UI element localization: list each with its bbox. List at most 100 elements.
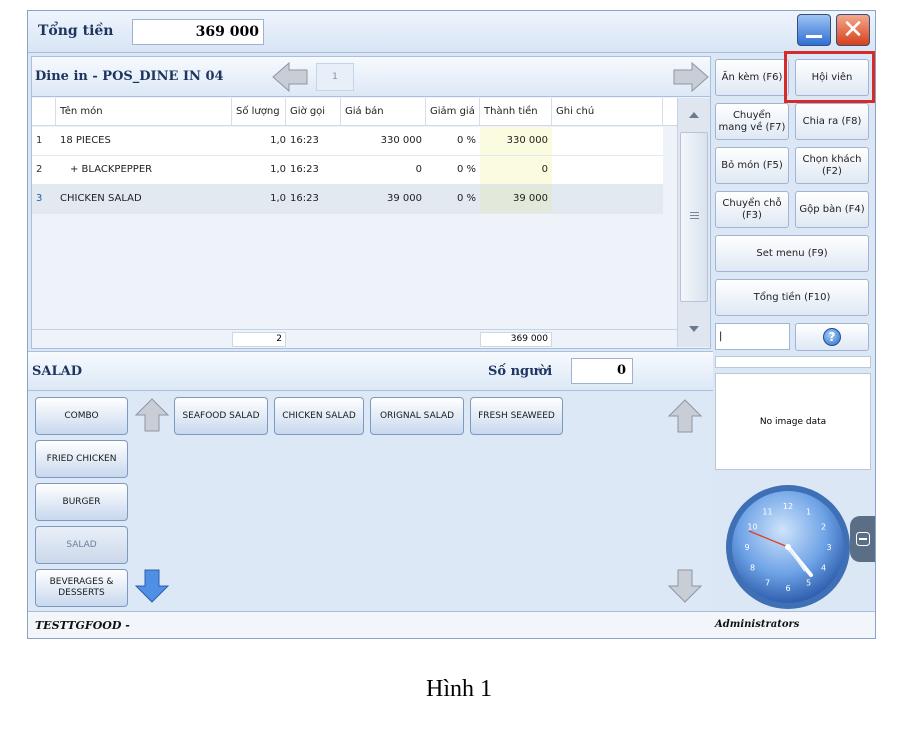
no-image-text: No image data (759, 416, 827, 427)
clock-numeral: 2 (821, 523, 826, 532)
column-header-qty: Số lượng (232, 98, 286, 126)
column-header-name: Tên món (56, 98, 232, 126)
item-seafood-salad[interactable]: SEAFOOD SALAD (174, 397, 268, 435)
item-fresh-seaweed[interactable]: FRESH SEAWEED (470, 397, 563, 435)
item-price: 0 (415, 164, 422, 175)
category-title: SALAD (32, 364, 82, 379)
item-discount: 0 % (456, 164, 476, 175)
order-row[interactable]: 2 + BLACKPEPPER 1,0 16:23 0 0 % 0 (32, 156, 663, 185)
table-title: Dine in - POS_DINE IN 04 (35, 69, 224, 84)
search-input[interactable]: | (715, 323, 790, 350)
category-header: SALAD Số người 0 (28, 351, 713, 391)
prev-page-arrow-icon[interactable] (271, 61, 309, 93)
side-drawer-tab[interactable] (850, 516, 875, 562)
item-amount: 330 000 (480, 127, 552, 155)
clock-numeral: 9 (744, 543, 749, 552)
category-combo[interactable]: COMBO (35, 397, 128, 435)
scroll-thumb[interactable] (680, 132, 708, 302)
figure-caption: Hình 1 (426, 676, 492, 702)
column-header-time: Giờ gọi (286, 98, 341, 126)
split-bill-button[interactable]: Chia ra (F8) (795, 103, 869, 140)
item-note (552, 127, 663, 155)
category-salad[interactable]: SALAD (35, 526, 128, 564)
remove-item-button[interactable]: Bỏ món (F5) (715, 147, 789, 184)
order-row-selected[interactable]: 3 CHICKEN SALAD 1,0 16:23 39 000 0 % 39 … (32, 185, 663, 214)
total-button[interactable]: Tổng tiền (F10) (715, 279, 869, 316)
item-note (552, 185, 663, 213)
scroll-up-icon[interactable] (689, 112, 699, 118)
items-down-arrow-icon[interactable] (667, 568, 703, 604)
column-header-price: Giá bán (341, 98, 426, 126)
grid-scrollbar[interactable] (677, 98, 710, 347)
close-button[interactable]: ✕ (836, 14, 870, 46)
column-header-note: Ghi chú (552, 98, 663, 126)
help-icon: ? (823, 328, 841, 346)
minimize-button[interactable] (797, 14, 831, 46)
close-icon: ✕ (842, 15, 864, 45)
clock-numeral: 7 (765, 579, 770, 588)
row-index: 1 (36, 135, 43, 146)
set-menu-button[interactable]: Set menu (F9) (715, 235, 869, 272)
merge-table-button[interactable]: Gộp bàn (F4) (795, 191, 869, 228)
item-amount: 39 000 (480, 185, 552, 213)
select-customer-button[interactable]: Chọn khách (F2) (795, 147, 869, 184)
item-time: 16:23 (290, 164, 319, 175)
item-discount: 0 % (456, 193, 476, 204)
grip-icon (690, 212, 699, 219)
takeaway-button[interactable]: Chuyển mang về (F7) (715, 103, 789, 140)
clock-numeral: 3 (826, 543, 831, 552)
page-number: 1 (316, 63, 354, 91)
item-price: 330 000 (380, 135, 422, 146)
pos-window: Tổng tiền 369 000 ✕ Dine in - POS_DINE I… (27, 10, 876, 639)
category-beverages-desserts[interactable]: BEVERAGES & DESSERTS (35, 569, 128, 607)
item-original-salad[interactable]: ORIGNAL SALAD (370, 397, 464, 435)
order-row[interactable]: 1 18 PIECES 1,0 16:23 330 000 0 % 330 00… (32, 127, 663, 156)
clock-numeral: 5 (806, 579, 811, 588)
category-up-arrow-icon[interactable] (134, 397, 170, 433)
highlight-frame (784, 51, 875, 103)
item-name: + BLACKPEPPER (70, 164, 153, 175)
row-index: 2 (36, 164, 43, 175)
total-label: Tổng tiền (38, 23, 114, 39)
next-page-arrow-icon[interactable] (672, 61, 710, 93)
move-table-button[interactable]: Chuyển chỗ (F3) (715, 191, 789, 228)
total-qty: 2 (232, 332, 286, 347)
clock-numeral: 11 (762, 508, 772, 517)
guest-count-label: Số người (488, 364, 553, 379)
item-qty: 1,0 (270, 164, 286, 175)
item-price: 39 000 (387, 193, 422, 204)
item-qty: 1,0 (270, 135, 286, 146)
collapse-icon (856, 532, 870, 546)
clock-numeral: 8 (750, 564, 755, 573)
item-chicken-salad[interactable]: CHICKEN SALAD (274, 397, 364, 435)
scroll-down-icon[interactable] (689, 326, 699, 332)
item-time: 16:23 (290, 135, 319, 146)
order-panel: Dine in - POS_DINE IN 04 1 Tên món Số lư… (31, 56, 711, 349)
side-dish-button[interactable]: Ăn kèm (F6) (715, 59, 789, 96)
info-strip (715, 356, 871, 368)
column-header-amount: Thành tiền (480, 98, 552, 126)
item-time: 16:23 (290, 193, 319, 204)
category-fried-chicken[interactable]: FRIED CHICKEN (35, 440, 128, 478)
order-grid-header: Tên món Số lượng Giờ gọi Giá bán Giảm gi… (32, 98, 677, 126)
top-bar: Tổng tiền 369 000 ✕ (28, 11, 875, 53)
column-header-index (32, 98, 56, 126)
grid-summary-row: 2 369 000 (32, 329, 677, 348)
category-burger[interactable]: BURGER (35, 483, 128, 521)
clock-numeral: 1 (806, 508, 811, 517)
clock-numeral: 12 (783, 502, 793, 511)
status-bar: TESTTGFOOD - Administrators (28, 611, 875, 638)
item-discount: 0 % (456, 135, 476, 146)
help-button[interactable]: ? (795, 323, 869, 351)
guest-count-field[interactable]: 0 (571, 358, 633, 384)
current-user: Administrators (715, 619, 800, 630)
category-down-arrow-icon[interactable] (134, 568, 170, 604)
items-up-arrow-icon[interactable] (667, 398, 703, 434)
total-amount-display: 369 000 (132, 19, 264, 45)
item-image-panel: No image data (715, 373, 871, 470)
item-name: CHICKEN SALAD (60, 193, 142, 204)
clock-numeral: 4 (821, 564, 826, 573)
table-header-bar: Dine in - POS_DINE IN 04 1 (32, 57, 710, 97)
menu-area: COMBO FRIED CHICKEN BURGER SALAD BEVERAG… (28, 392, 713, 610)
item-note (552, 156, 663, 184)
